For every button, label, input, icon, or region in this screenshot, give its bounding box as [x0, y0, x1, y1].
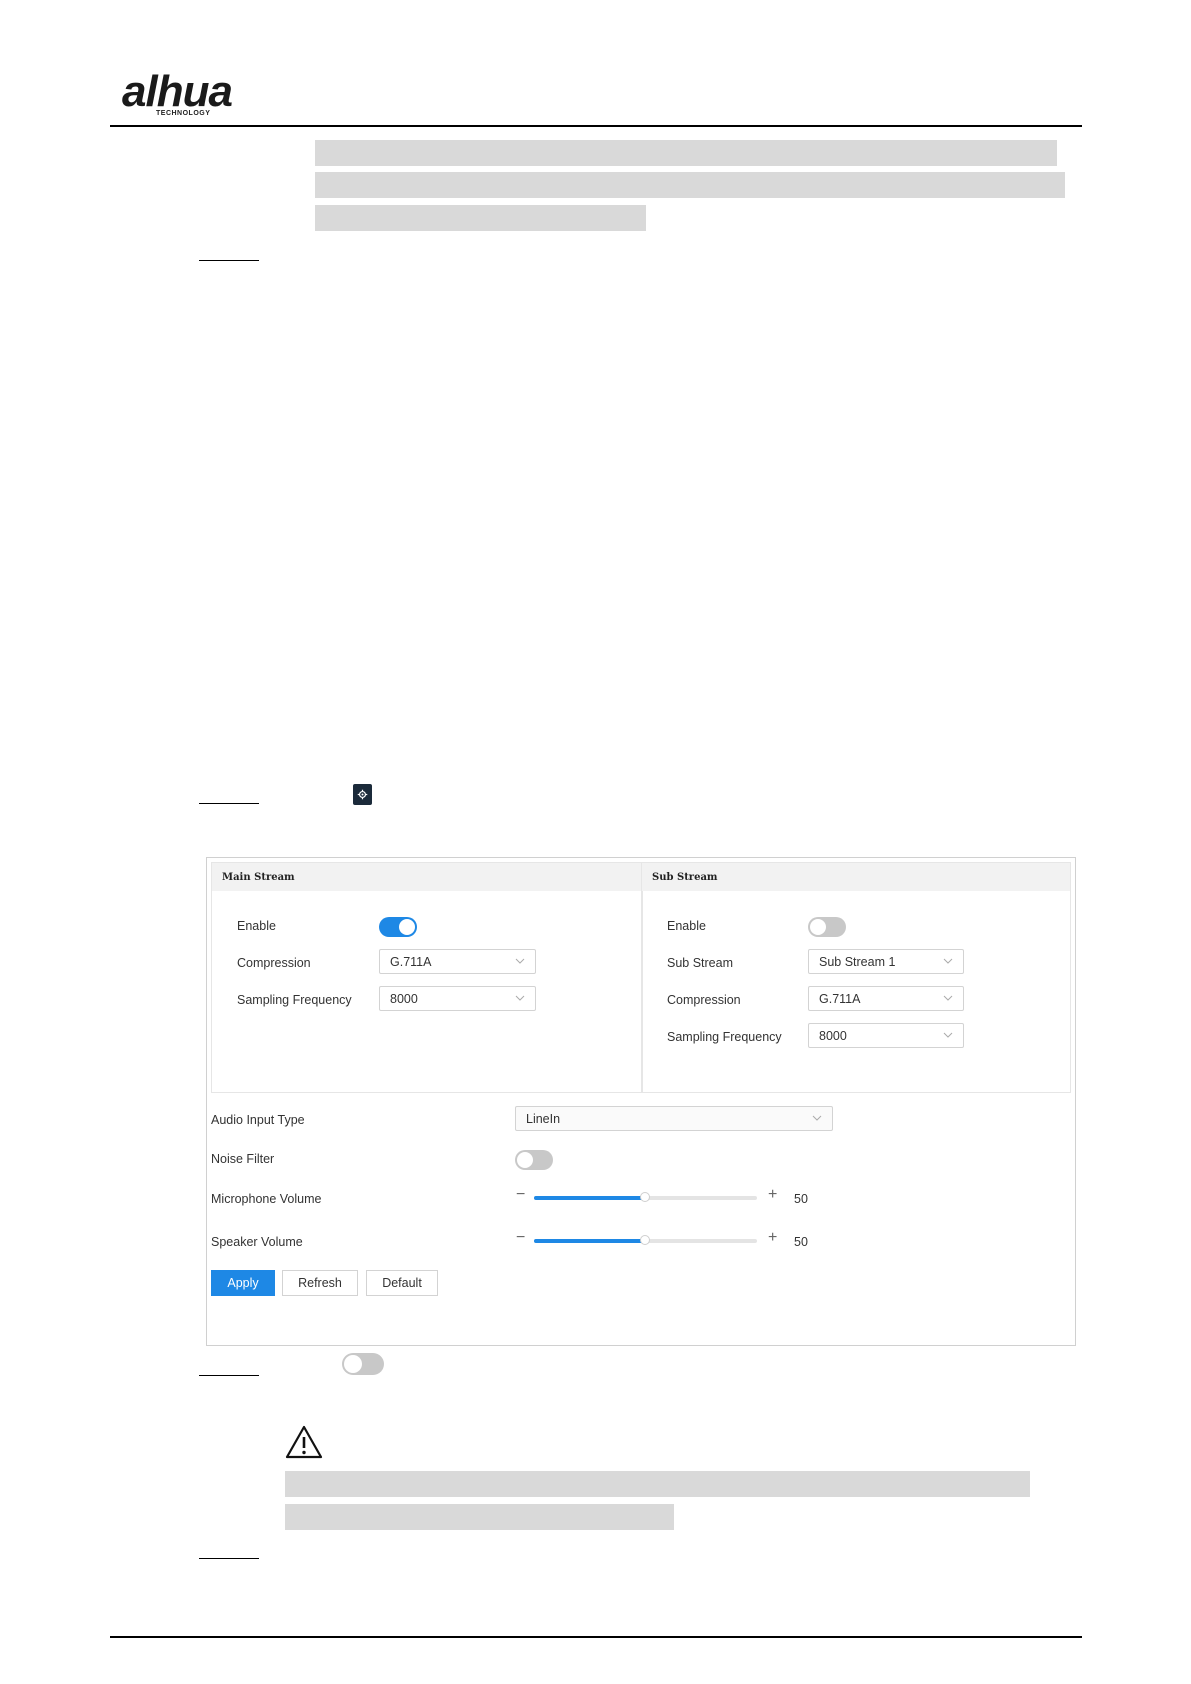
sub-compression-select[interactable]: G.711A: [808, 986, 964, 1011]
sub-sampling-value: 8000: [819, 1029, 847, 1043]
toggle-knob: [810, 919, 826, 935]
mic-volume-decrease[interactable]: −: [516, 1186, 525, 1204]
slider-fill: [534, 1239, 645, 1243]
redacted-text-line: [285, 1471, 1030, 1497]
step-marker: [199, 1558, 259, 1559]
redacted-text-line: [315, 172, 1065, 198]
main-compression-select[interactable]: G.711A: [379, 949, 536, 974]
noise-filter-toggle[interactable]: [515, 1150, 553, 1170]
slider-fill: [534, 1196, 645, 1200]
sub-enable-label: Enable: [667, 919, 706, 933]
speaker-volume-label: Speaker Volume: [211, 1235, 303, 1249]
main-compression-label: Compression: [237, 956, 311, 970]
brand-logo: alhua TECHNOLOGY: [122, 70, 262, 120]
apply-button[interactable]: Apply: [211, 1270, 275, 1296]
speaker-volume-slider[interactable]: [534, 1235, 757, 1245]
audio-input-type-value: LineIn: [526, 1112, 561, 1126]
sub-stream-title: Sub Stream: [652, 872, 718, 883]
main-compression-value: G.711A: [390, 955, 432, 969]
redacted-text-line: [285, 1504, 674, 1530]
chevron-down-icon: [515, 995, 525, 1001]
sub-stream-select[interactable]: Sub Stream 1: [808, 949, 964, 974]
sub-stream-header: Sub Stream: [642, 863, 1070, 891]
step-marker: [199, 803, 259, 804]
default-button[interactable]: Default: [366, 1270, 438, 1296]
sub-sampling-select[interactable]: 8000: [808, 1023, 964, 1048]
microphone-volume-value: 50: [794, 1192, 808, 1206]
chevron-down-icon: [812, 1115, 822, 1121]
main-sampling-value: 8000: [390, 992, 418, 1006]
speaker-volume-decrease[interactable]: −: [516, 1229, 525, 1247]
redacted-text-line: [315, 205, 646, 231]
chevron-down-icon: [943, 958, 953, 964]
refresh-button[interactable]: Refresh: [282, 1270, 358, 1296]
audio-input-type-label: Audio Input Type: [211, 1113, 305, 1127]
chevron-down-icon: [943, 995, 953, 1001]
step-marker: [199, 260, 259, 261]
main-stream-title: Main Stream: [222, 872, 295, 883]
footer-rule: [110, 1636, 1082, 1638]
audio-settings-panel: Main Stream Enable Compression G.711A Sa…: [206, 857, 1076, 1346]
main-sampling-label: Sampling Frequency: [237, 993, 352, 1007]
gear-icon[interactable]: [353, 784, 372, 805]
sub-sampling-label: Sampling Frequency: [667, 1030, 782, 1044]
slider-thumb[interactable]: [640, 1192, 650, 1202]
speaker-volume-value: 50: [794, 1235, 808, 1249]
mic-volume-increase[interactable]: +: [768, 1186, 777, 1204]
audio-input-type-select[interactable]: LineIn: [515, 1106, 833, 1131]
sub-compression-value: G.711A: [819, 992, 861, 1006]
header-rule: [110, 125, 1082, 127]
logo-subtext: TECHNOLOGY: [156, 110, 211, 117]
main-stream-section: Main Stream Enable Compression G.711A Sa…: [211, 862, 643, 1093]
main-stream-header: Main Stream: [212, 863, 642, 891]
enable-toggle-inline[interactable]: [342, 1353, 384, 1375]
toggle-knob: [344, 1355, 362, 1373]
step-marker: [199, 1375, 259, 1376]
logo-wordmark: alhua: [122, 67, 233, 116]
sub-stream-value: Sub Stream 1: [819, 955, 896, 969]
toggle-knob: [399, 919, 415, 935]
sub-stream-section: Sub Stream Enable Sub Stream Sub Stream …: [641, 862, 1071, 1093]
main-enable-label: Enable: [237, 919, 276, 933]
main-enable-toggle[interactable]: [379, 917, 417, 937]
main-sampling-select[interactable]: 8000: [379, 986, 536, 1011]
microphone-volume-slider[interactable]: [534, 1192, 757, 1202]
redacted-text-line: [315, 140, 1057, 166]
warning-icon: [285, 1425, 323, 1459]
sub-enable-toggle[interactable]: [808, 917, 846, 937]
sub-compression-label: Compression: [667, 993, 741, 1007]
speaker-volume-increase[interactable]: +: [768, 1229, 777, 1247]
microphone-volume-label: Microphone Volume: [211, 1192, 322, 1206]
sub-stream-label: Sub Stream: [667, 956, 734, 970]
slider-thumb[interactable]: [640, 1235, 650, 1245]
chevron-down-icon: [943, 1032, 953, 1038]
chevron-down-icon: [515, 958, 525, 964]
toggle-knob: [517, 1152, 533, 1168]
noise-filter-label: Noise Filter: [211, 1152, 275, 1166]
